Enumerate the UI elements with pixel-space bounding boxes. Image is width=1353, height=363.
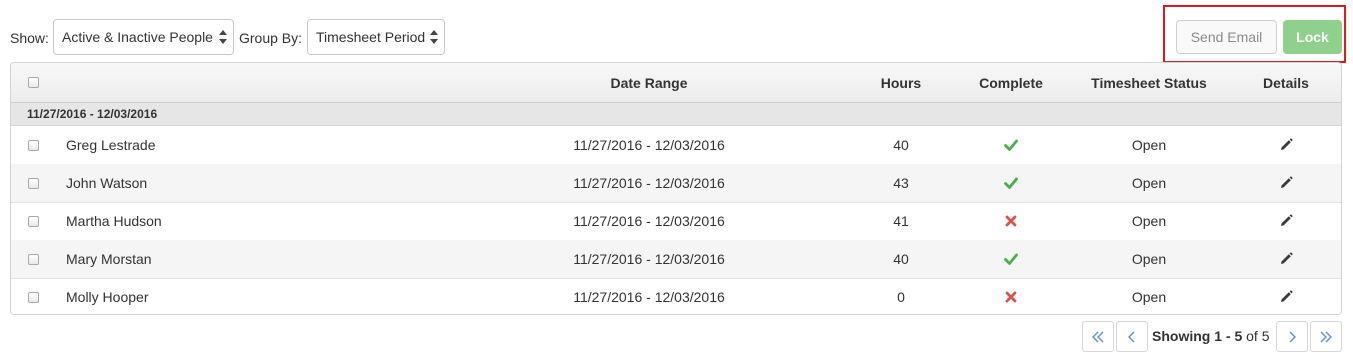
row-checkbox[interactable] xyxy=(28,292,39,303)
status-cell: Open xyxy=(1131,175,1167,191)
col-complete[interactable]: Complete xyxy=(979,75,1043,91)
date-range-cell: 11/27/2016 - 12/03/2016 xyxy=(573,213,725,229)
date-range-cell: 11/27/2016 - 12/03/2016 xyxy=(573,289,725,305)
last-page-button[interactable] xyxy=(1310,321,1342,352)
table-row: John Watson 11/27/2016 - 12/03/2016 43 Open xyxy=(11,164,1341,203)
pencil-icon[interactable] xyxy=(1279,138,1293,152)
pencil-icon[interactable] xyxy=(1279,290,1293,304)
chevron-right-icon xyxy=(1289,331,1296,343)
row-checkbox[interactable] xyxy=(28,216,39,227)
show-label: Show: xyxy=(10,30,49,46)
col-details: Details xyxy=(1263,75,1309,91)
status-cell: Open xyxy=(1131,137,1167,153)
select-arrows-icon xyxy=(430,30,438,44)
show-select-value: Active & Inactive People xyxy=(62,29,213,45)
show-select[interactable]: Active & Inactive People xyxy=(53,19,234,55)
check-icon xyxy=(1004,138,1018,152)
select-arrows-icon xyxy=(219,30,227,44)
row-checkbox[interactable] xyxy=(28,140,39,151)
date-range-cell: 11/27/2016 - 12/03/2016 xyxy=(573,251,725,267)
table-header: Date Range Hours Complete Timesheet Stat… xyxy=(11,63,1341,103)
employee-name: John Watson xyxy=(66,175,148,191)
hours-cell: 0 xyxy=(897,289,905,305)
hours-cell: 41 xyxy=(893,213,909,229)
showing-prefix: Showing xyxy=(1152,328,1211,344)
employee-name: Mary Morstan xyxy=(66,251,152,267)
double-chevron-right-icon xyxy=(1320,331,1332,343)
group-header-row: 11/27/2016 - 12/03/2016 xyxy=(11,103,1341,126)
toolbar: Show: Active & Inactive People Group By:… xyxy=(0,0,1353,63)
send-email-button[interactable]: Send Email xyxy=(1176,20,1277,54)
select-all-checkbox[interactable] xyxy=(28,77,39,88)
status-cell: Open xyxy=(1131,251,1167,267)
prev-page-button[interactable] xyxy=(1116,321,1148,352)
status-cell: Open xyxy=(1131,289,1167,305)
status-cell: Open xyxy=(1131,213,1167,229)
check-icon xyxy=(1004,252,1018,266)
row-checkbox[interactable] xyxy=(28,254,39,265)
date-range-cell: 11/27/2016 - 12/03/2016 xyxy=(573,137,725,153)
col-date-range[interactable]: Date Range xyxy=(610,75,687,91)
hours-cell: 40 xyxy=(893,137,909,153)
pencil-icon[interactable] xyxy=(1279,176,1293,190)
chevron-left-icon xyxy=(1128,331,1135,343)
date-range-cell: 11/27/2016 - 12/03/2016 xyxy=(573,175,725,191)
hours-cell: 43 xyxy=(893,175,909,191)
double-chevron-left-icon xyxy=(1092,331,1104,343)
cross-icon xyxy=(1004,290,1018,304)
pencil-icon[interactable] xyxy=(1279,252,1293,266)
timesheet-table: Date Range Hours Complete Timesheet Stat… xyxy=(10,62,1342,315)
table-row: Mary Morstan 11/27/2016 - 12/03/2016 40 Ope… xyxy=(11,240,1341,279)
group-header-label: 11/27/2016 - 12/03/2016 xyxy=(27,107,158,121)
showing-range: 1 - 5 xyxy=(1214,328,1243,344)
col-timesheet-status[interactable]: Timesheet Status xyxy=(1091,75,1207,91)
table-row: Molly Hooper 11/27/2016 - 12/03/2016 0 Open xyxy=(11,278,1341,314)
employee-name: Molly Hooper xyxy=(66,289,149,305)
check-icon xyxy=(1004,176,1018,190)
col-hours[interactable]: Hours xyxy=(881,75,921,91)
pagination-status: Showing 1 - 5 of 5 xyxy=(1152,328,1269,344)
group-by-select-value: Timesheet Period xyxy=(316,29,426,45)
group-by-select[interactable]: Timesheet Period xyxy=(307,19,445,55)
table-row: Greg Lestrade 11/27/2016 - 12/03/2016 40 Op… xyxy=(11,126,1341,165)
pencil-icon[interactable] xyxy=(1279,214,1293,228)
cross-icon xyxy=(1004,214,1018,228)
table-row: Martha Hudson 11/27/2016 - 12/03/2016 41 Op… xyxy=(11,202,1341,241)
showing-total: of 5 xyxy=(1246,328,1270,344)
row-checkbox[interactable] xyxy=(28,178,39,189)
employee-name: Greg Lestrade xyxy=(66,137,156,153)
lock-button[interactable]: Lock xyxy=(1283,20,1342,54)
employee-name: Martha Hudson xyxy=(66,213,162,229)
first-page-button[interactable] xyxy=(1082,321,1114,352)
next-page-button[interactable] xyxy=(1276,321,1308,352)
group-by-label: Group By: xyxy=(239,30,303,46)
hours-cell: 40 xyxy=(893,251,909,267)
